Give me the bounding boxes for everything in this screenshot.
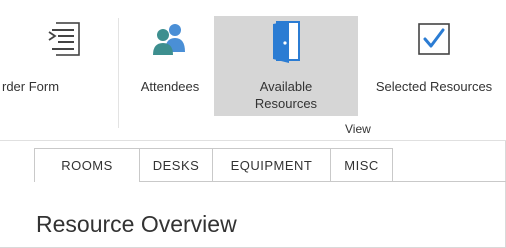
tab-rooms[interactable]: ROOMS: [34, 148, 140, 182]
attendees-icon: [150, 22, 190, 61]
ribbon-divider: [0, 140, 506, 141]
order-form-label: rder Form: [2, 79, 60, 94]
app-frame: rder Form Attendees Available Resources …: [0, 0, 506, 248]
tab-strip: ROOMS DESKS EQUIPMENT MISC: [34, 148, 393, 182]
checkbox-checked-icon: [417, 22, 451, 61]
attendees-label: Attendees: [140, 79, 200, 94]
order-form-icon: [46, 22, 80, 61]
selected-resources-label: Selected Resources: [375, 79, 493, 94]
available-resources-button[interactable]: Available Resources: [214, 16, 358, 116]
available-resources-label: Available Resources: [254, 79, 318, 111]
tab-equipment[interactable]: EQUIPMENT: [213, 148, 331, 182]
selected-resources-button[interactable]: Selected Resources: [362, 16, 506, 116]
order-form-button[interactable]: rder Form: [0, 16, 110, 116]
door-icon: [269, 20, 303, 69]
tab-desks[interactable]: DESKS: [140, 148, 213, 182]
attendees-button[interactable]: Attendees: [128, 16, 212, 116]
tab-misc[interactable]: MISC: [331, 148, 393, 182]
group-separator: [118, 18, 119, 128]
ribbon: rder Form Attendees Available Resources …: [0, 0, 506, 140]
tab-strip-rule: [393, 181, 506, 182]
page-title: Resource Overview: [36, 211, 237, 237]
ribbon-group-label: View: [345, 122, 371, 136]
